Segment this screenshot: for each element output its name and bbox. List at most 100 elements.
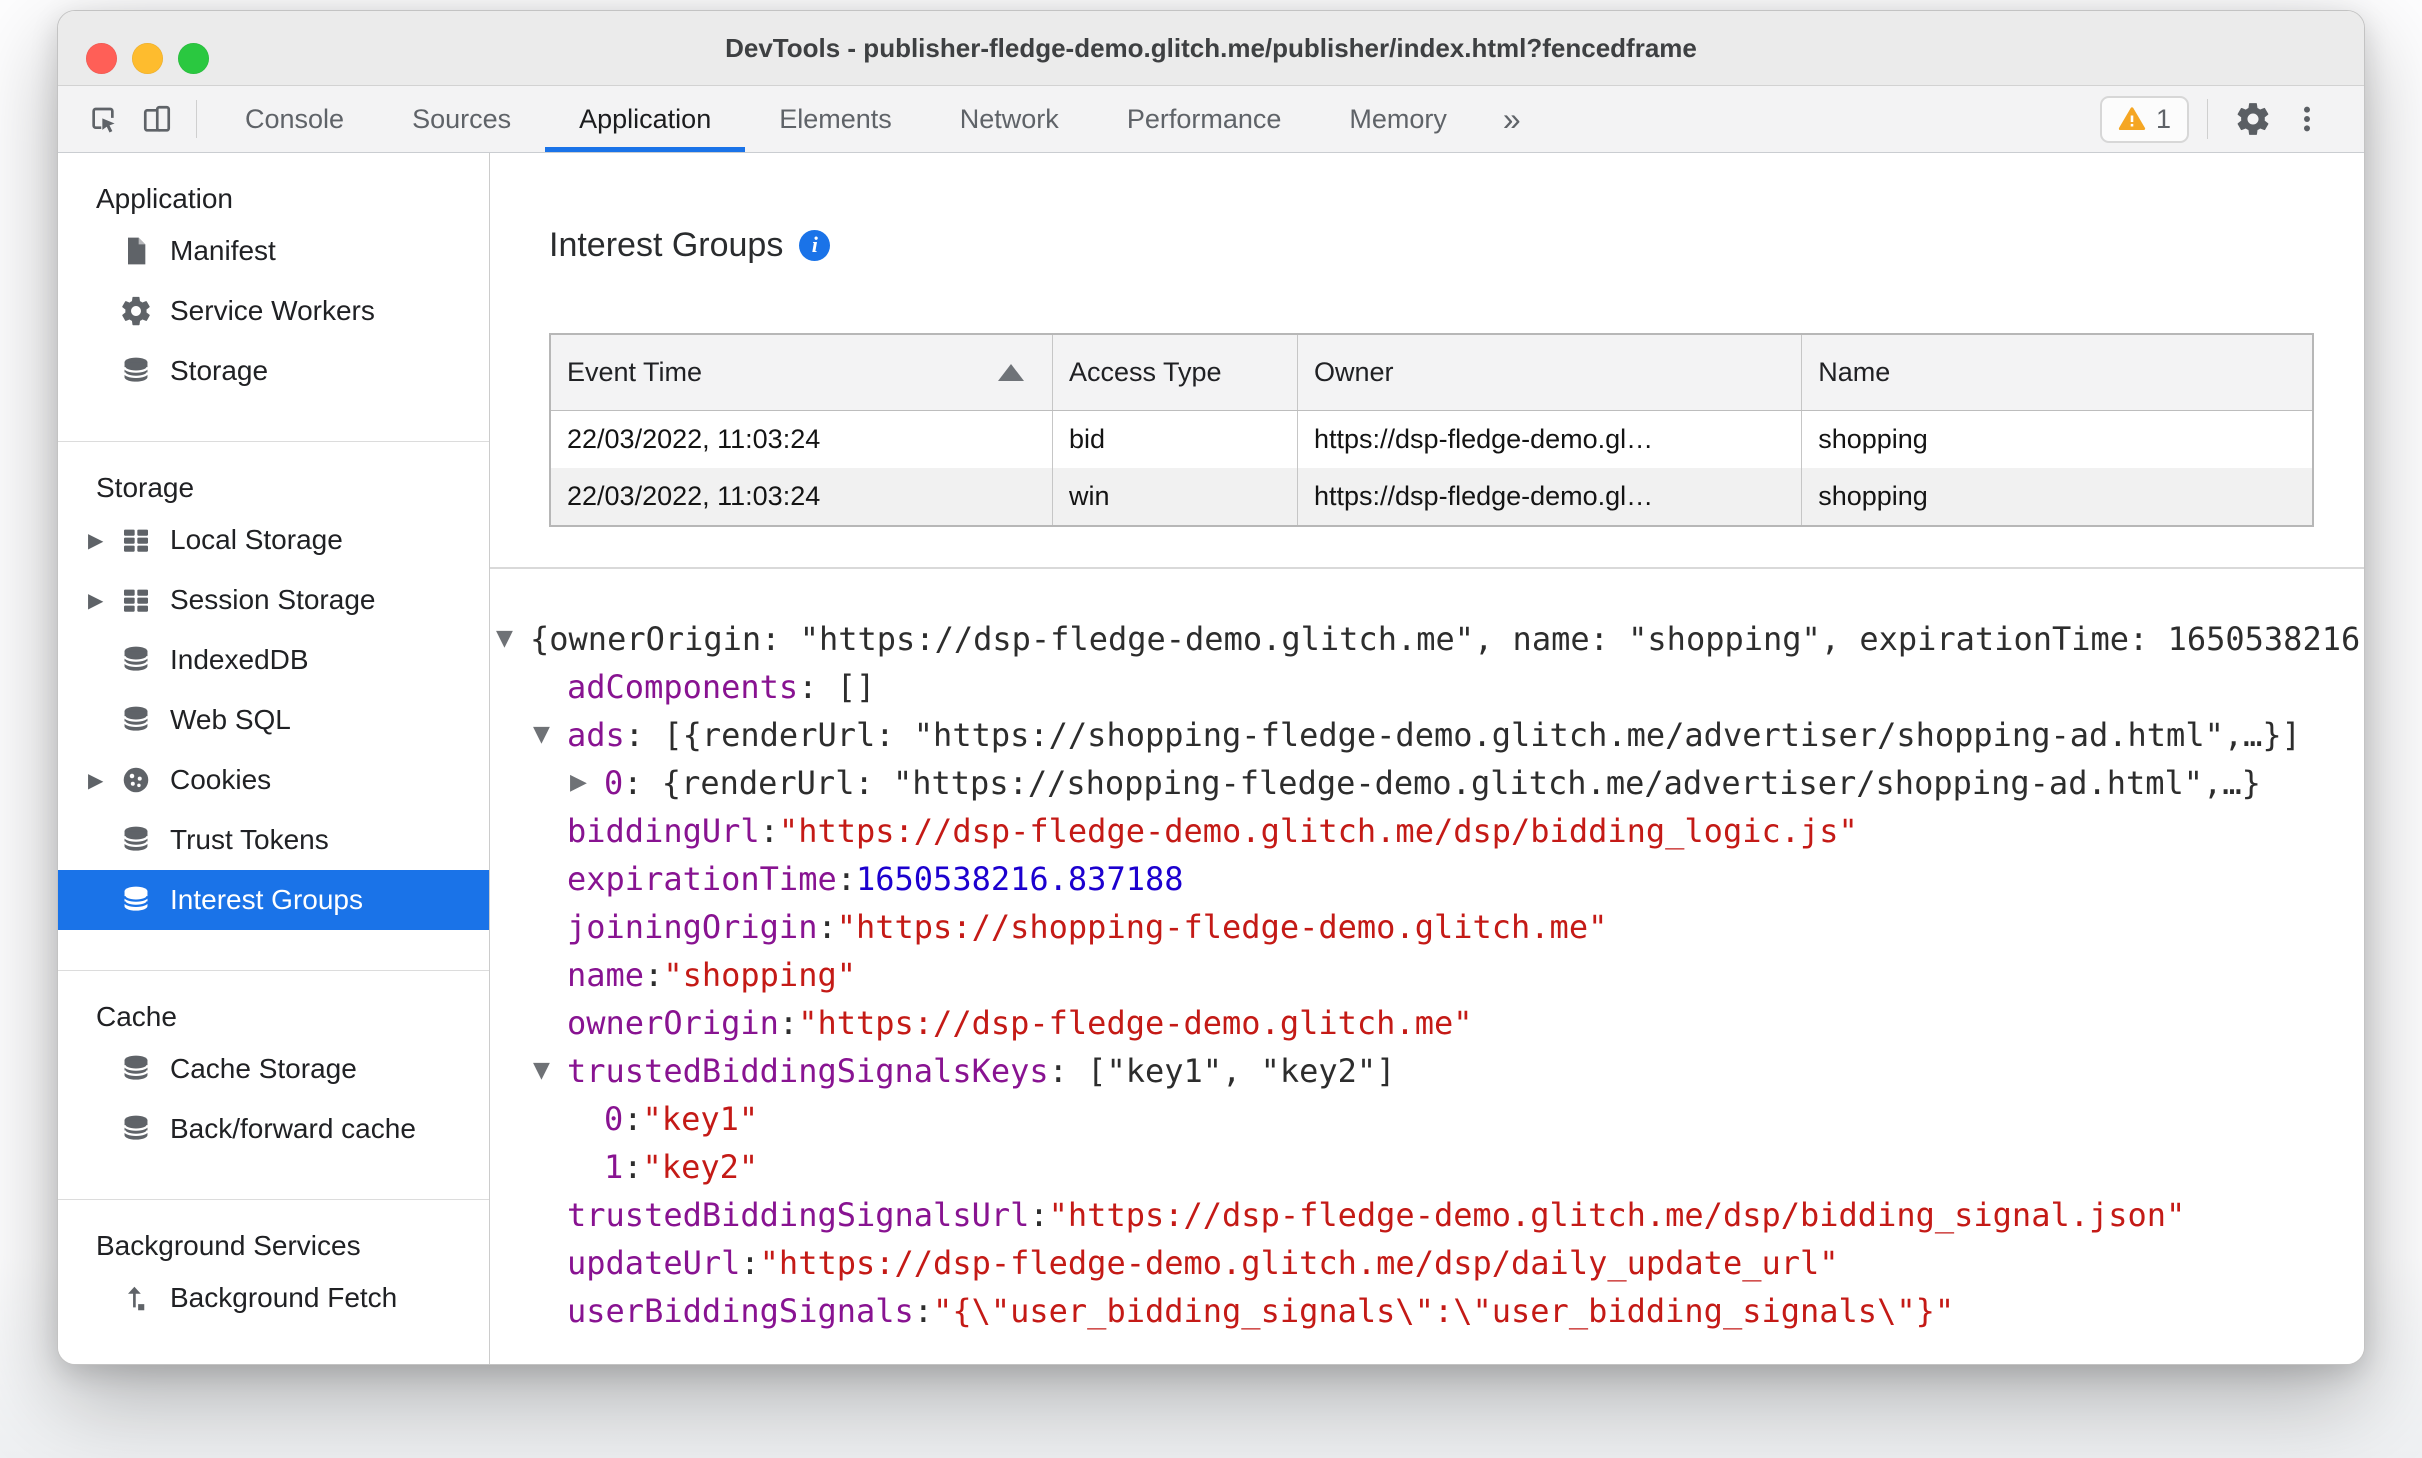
property-key: biddingUrl <box>567 812 760 850</box>
sidebar-item-manifest[interactable]: Manifest <box>58 221 489 281</box>
sidebar-item-interest-groups[interactable]: Interest Groups <box>58 870 489 930</box>
tree-line[interactable]: ▼ {ownerOrigin: "https://dsp-fledge-demo.… <box>496 615 2364 663</box>
column-header-owner[interactable]: Owner <box>1297 334 1803 411</box>
expand-arrow-icon[interactable]: ▶ <box>88 588 118 613</box>
table-row[interactable]: 22/03/2022, 11:03:24 bid https://dsp-fledg… <box>550 410 2313 468</box>
toggle-device-toolbar-icon[interactable] <box>134 96 180 142</box>
column-header-label: Owner <box>1314 356 1394 387</box>
more-panels-button[interactable]: » <box>1481 86 1543 152</box>
table-cell: 22/03/2022, 11:03:24 <box>550 468 1053 526</box>
sidebar-item-back-forward-cache[interactable]: Back/forward cache <box>58 1099 489 1159</box>
disclosure-down-icon[interactable]: ▼ <box>533 1047 567 1095</box>
plain-text: : <box>778 1004 799 1042</box>
expand-arrow-icon[interactable]: ▶ <box>88 768 118 793</box>
section-title: Application <box>96 183 233 214</box>
sidebar-item-label: Interest Groups <box>170 884 363 915</box>
string-value: "https://dsp-fledge-demo.glitch.me/dsp/d… <box>759 1244 1839 1282</box>
sidebar-item-cookies[interactable]: ▶ Cookies <box>58 750 489 810</box>
sidebar-item-service-workers[interactable]: Service Workers <box>58 281 489 341</box>
column-header-name[interactable]: Name <box>1801 334 2313 411</box>
database-icon <box>118 353 154 389</box>
property-key: joiningOrigin <box>567 908 818 946</box>
interest-groups-panel: Interest Groups i Event Time Access Type O… <box>490 153 2364 1364</box>
tab-sources[interactable]: Sources <box>378 86 545 152</box>
sidebar-item-indexeddb[interactable]: IndexedDB <box>58 630 489 690</box>
disclosure-down-icon[interactable]: ▼ <box>533 711 567 759</box>
database-icon <box>118 1051 154 1087</box>
disclosure-down-icon[interactable]: ▼ <box>496 615 530 663</box>
tree-line[interactable]: ▼ ads: [{renderUrl: "https://shopping-fle… <box>496 711 2364 759</box>
database-icon <box>118 822 154 858</box>
kebab-menu-icon[interactable] <box>2284 96 2330 142</box>
string-value: "https://dsp-fledge-demo.glitch.me" <box>798 1004 1473 1042</box>
table-row[interactable]: 22/03/2022, 11:03:24 win https://dsp-fledg… <box>550 468 2313 526</box>
tree-line[interactable]: ▶ 0: {renderUrl: "https://shopping-fledge… <box>496 759 2364 807</box>
property-key: 0 <box>604 764 624 802</box>
tree-line: joiningOrigin: "https://shopping-fledge-… <box>496 903 2364 951</box>
tree-line: trustedBiddingSignalsUrl: "https://dsp-f… <box>496 1191 2364 1239</box>
plain-text: : <box>817 908 837 946</box>
table-cell: https://dsp-fledge-demo.gl… <box>1297 410 1803 468</box>
tree-line: 0: "key1" <box>496 1095 2364 1143</box>
sidebar-item-local-storage[interactable]: ▶ Local Storage <box>58 510 489 570</box>
plain-text: : <box>623 1148 643 1186</box>
inspect-element-icon[interactable] <box>80 96 126 142</box>
plain-text: : <box>1029 1196 1049 1234</box>
toolbar-divider <box>196 100 197 138</box>
window-title: DevTools - publisher-fledge-demo.glitch.… <box>725 32 1697 63</box>
document-icon <box>118 233 154 269</box>
sidebar-item-trust-tokens[interactable]: Trust Tokens <box>58 810 489 870</box>
number-value: 1650538216.837188 <box>855 860 1184 898</box>
tab-memory[interactable]: Memory <box>1315 86 1481 152</box>
sidebar-item-web-sql[interactable]: Web SQL <box>58 690 489 750</box>
tab-network[interactable]: Network <box>926 86 1093 152</box>
sidebar-item-session-storage[interactable]: ▶ Session Storage <box>58 570 489 630</box>
issues-badge[interactable]: 1 <box>2099 95 2189 143</box>
warning-icon <box>2118 107 2146 131</box>
tab-application[interactable]: Application <box>545 86 745 152</box>
plain-text: : ["key1", "key2"] <box>1048 1052 1396 1090</box>
settings-gear-icon[interactable] <box>2230 96 2276 142</box>
table-cell: shopping <box>1818 423 1928 454</box>
string-value: "key2" <box>642 1148 759 1186</box>
tab-elements[interactable]: Elements <box>745 86 926 152</box>
property-key: userBiddingSignals <box>567 1292 914 1330</box>
column-header-access-type[interactable]: Access Type <box>1052 334 1299 411</box>
tree-line: updateUrl: "https://dsp-fledge-demo.glit… <box>496 1239 2364 1287</box>
plain-text: {ownerOrigin: "https://dsp-fledge-demo.g… <box>530 620 2364 658</box>
tree-line: adComponents: [] <box>496 663 2364 711</box>
table-icon <box>118 522 154 558</box>
column-header-label: Name <box>1818 356 1891 387</box>
column-header-label: Access Type <box>1068 356 1222 387</box>
property-key: trustedBiddingSignalsUrl <box>567 1196 1030 1234</box>
property-key: trustedBiddingSignalsKeys <box>567 1052 1049 1090</box>
string-value: "{\"user_bidding_signals\":\"user_biddin… <box>933 1292 1955 1330</box>
interest-group-json-tree: ▼ {ownerOrigin: "https://dsp-fledge-demo.… <box>490 569 2364 1335</box>
sidebar-item-label: Session Storage <box>170 584 376 615</box>
property-key: 1 <box>604 1148 624 1186</box>
page-title: Interest Groups <box>549 225 784 264</box>
section-title: Storage <box>96 472 195 503</box>
sidebar-item-label: Web SQL <box>170 704 291 735</box>
plain-text: : <box>623 1100 643 1138</box>
info-icon[interactable]: i <box>799 229 831 261</box>
sidebar-item-label: Cache Storage <box>170 1053 357 1084</box>
sidebar-item-cache-storage[interactable]: Cache Storage <box>58 1039 489 1099</box>
column-header-event-time[interactable]: Event Time <box>550 334 1053 411</box>
disclosure-right-icon[interactable]: ▶ <box>570 759 604 807</box>
tree-line: ownerOrigin: "https://dsp-fledge-demo.gl… <box>496 999 2364 1047</box>
expand-arrow-icon[interactable]: ▶ <box>88 528 118 553</box>
tree-line: expirationTime: 1650538216.837188 <box>496 855 2364 903</box>
table-cell: shopping <box>1801 468 2313 526</box>
tab-console[interactable]: Console <box>211 86 378 152</box>
plain-text: : <box>740 1244 760 1282</box>
tab-performance[interactable]: Performance <box>1093 86 1316 152</box>
tree-line[interactable]: ▼ trustedBiddingSignalsKeys: ["key1", "ke… <box>496 1047 2364 1095</box>
string-value: "https://dsp-fledge-demo.glitch.me/dsp/b… <box>1048 1196 2186 1234</box>
tree-line: 1: "key2" <box>496 1143 2364 1191</box>
sidebar-item-background-fetch[interactable]: Background Fetch <box>58 1268 489 1328</box>
sidebar-section-cache: Cache Cache Storage Back/forward cache <box>58 971 489 1200</box>
sidebar-item-storage[interactable]: Storage <box>58 341 489 401</box>
sidebar-section-storage: Storage ▶ Local Storage ▶ Session Storage Ind… <box>58 442 489 971</box>
gear-icon <box>118 293 154 329</box>
